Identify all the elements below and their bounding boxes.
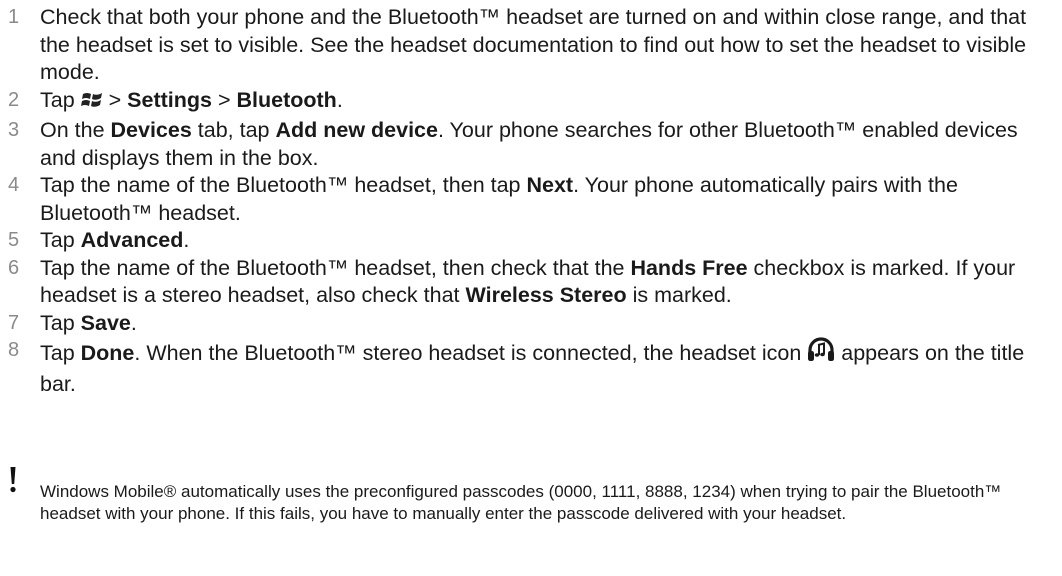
step-text-run: . xyxy=(183,228,190,252)
step-text-run: Tap the name of the Bluetooth™ headset, … xyxy=(40,255,631,280)
step-text: Tap Done. When the Bluetooth™ stereo hea… xyxy=(40,337,1024,396)
step-item: 7 Tap Save. xyxy=(0,310,1062,338)
step-text: Check that both your phone and the Bluet… xyxy=(40,5,1026,84)
step-text-run: Tap the name of the Bluetooth™ headset, … xyxy=(40,173,527,197)
step-text-run: > xyxy=(102,87,128,112)
step-text-run: Tap xyxy=(40,310,81,335)
ui-term: Done xyxy=(80,341,135,365)
step-number: 8 xyxy=(8,339,20,361)
step-number: 5 xyxy=(8,229,20,251)
step-item: 2 Tap > Settings > Bluetooth. xyxy=(0,87,1062,118)
note-text: Windows Mobile® automatically uses the p… xyxy=(40,482,1002,523)
step-number: 4 xyxy=(8,174,20,196)
step-text: Tap > Settings > Bluetooth. xyxy=(40,88,343,112)
step-text: Tap Save. xyxy=(40,311,137,335)
ui-term: Advanced xyxy=(80,228,184,252)
ui-term: Wireless Stereo xyxy=(465,283,627,307)
step-number: 3 xyxy=(8,119,20,141)
ui-term: Settings xyxy=(127,87,212,112)
exclamation-icon xyxy=(8,466,18,499)
instruction-steps: 1 Check that both your phone and the Blue… xyxy=(0,4,1062,398)
ui-term: Hands Free xyxy=(630,255,748,280)
step-text: Tap the name of the Bluetooth™ headset, … xyxy=(40,256,1015,308)
ui-term: Add new device xyxy=(275,118,438,142)
ui-term: Devices xyxy=(110,118,192,142)
step-item: 5 Tap Advanced. xyxy=(0,227,1062,255)
step-text-run: Check that both your phone and the Bluet… xyxy=(40,5,1027,84)
step-number: 2 xyxy=(8,88,20,111)
step-text-run: tab, tap xyxy=(191,118,276,142)
ui-term: Bluetooth xyxy=(236,87,337,112)
step-text-run: . xyxy=(130,310,137,335)
step-text-run: Tap xyxy=(40,87,81,112)
step-text-run: . xyxy=(336,87,343,112)
step-number: 1 xyxy=(8,6,20,28)
step-text-run: is marked. xyxy=(626,283,732,307)
step-text-run: Tap xyxy=(40,341,81,365)
step-text: Tap Advanced. xyxy=(40,228,189,252)
step-text-run: Tap xyxy=(40,228,81,252)
step-item: 8 Tap Done. When the Bluetooth™ stereo he… xyxy=(0,337,1062,398)
step-text-run: On the xyxy=(40,118,111,142)
step-item: 3 On the Devices tab, tap Add new device.… xyxy=(0,117,1062,172)
step-text: Tap the name of the Bluetooth™ headset, … xyxy=(40,173,958,225)
step-text: On the Devices tab, tap Add new device. … xyxy=(40,118,1018,170)
step-item: 4 Tap the name of the Bluetooth™ headset,… xyxy=(0,172,1062,227)
step-text-run: . When the Bluetooth™ stereo headset is … xyxy=(134,341,808,365)
windows-start-icon xyxy=(80,90,103,118)
step-item: 1 Check that both your phone and the Blue… xyxy=(0,4,1062,87)
step-number: 7 xyxy=(8,311,20,334)
step-number: 6 xyxy=(8,256,20,279)
headset-icon xyxy=(807,337,835,371)
step-text-run: > xyxy=(211,87,237,112)
step-item: 6 Tap the name of the Bluetooth™ headset,… xyxy=(0,255,1062,310)
ui-term: Save xyxy=(80,310,131,335)
ui-term: Next xyxy=(526,173,574,197)
